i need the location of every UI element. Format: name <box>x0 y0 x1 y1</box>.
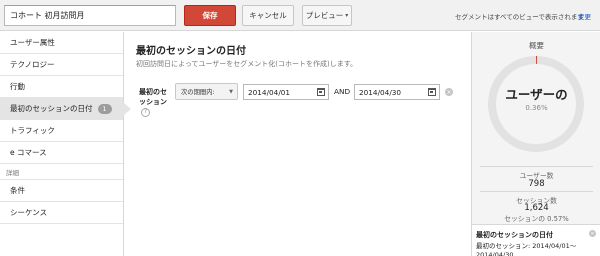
sidebar-item-sequences[interactable]: シーケンス <box>0 202 123 224</box>
segment-summary-card: 最初のセッションの日付 最初のセッション: 2014/04/01〜2014/04… <box>472 224 600 256</box>
end-date-field[interactable]: 2014/04/30 <box>354 84 440 100</box>
calendar-icon[interactable] <box>428 88 436 96</box>
divider <box>480 166 593 167</box>
sidebar-item-conditions[interactable]: 条件 <box>0 180 123 202</box>
preview-button-label: プレビュー <box>305 11 344 20</box>
end-date-value: 2014/04/30 <box>359 87 402 97</box>
criterion-label-text: 最初のセッション <box>139 88 167 106</box>
ring-percent: 0.36% <box>525 104 548 112</box>
page-description: 初回訪問日によってユーザーをセグメント化(コホートを作成)します。 <box>136 60 358 68</box>
sessions-value: 1,624 <box>524 203 549 213</box>
date-operator-value: 次の期間内: <box>181 89 215 96</box>
start-date-field[interactable]: 2014/04/01 <box>243 84 329 100</box>
sidebar-item-label: 行動 <box>10 82 25 91</box>
criterion-label: 最初のセッション ? <box>139 87 173 117</box>
chevron-down-icon: ▾ <box>345 12 349 19</box>
sidebar-item-label: 条件 <box>10 186 25 195</box>
segment-category-sidebar: ユーザー属性 テクノロジー 行動 最初のセッションの日付 1 トラフィック e … <box>0 32 131 256</box>
segment-visibility-note: セグメントはすべてのビューで表示されます <box>455 13 584 21</box>
sidebar-item-demographics[interactable]: ユーザー属性 <box>0 32 123 54</box>
help-icon[interactable]: ? <box>141 107 150 117</box>
date-operator-dropdown[interactable]: 次の期間内: ▼ <box>175 83 238 100</box>
segment-summary-panel: 概要 ユーザーの 0.36% ユーザー数 798 セッション数 1,624 最初… <box>471 32 600 256</box>
users-value: 798 <box>528 179 545 189</box>
condition-count-badge: 1 <box>97 103 112 114</box>
divider <box>480 191 593 192</box>
and-label: AND <box>334 87 351 96</box>
save-button[interactable]: 保存 <box>184 5 236 26</box>
sessions-percent: セッションの 0.57% <box>504 215 569 223</box>
sidebar-item-behavior[interactable]: 行動 <box>0 76 123 98</box>
sidebar-section-advanced: 詳細 <box>0 164 123 180</box>
ring-label: ユーザーの <box>505 87 568 102</box>
change-visibility-link[interactable]: 変更 <box>578 11 591 21</box>
summary-title: 概要 <box>529 41 544 50</box>
sidebar-item-label: シーケンス <box>10 208 48 217</box>
sidebar-item-label: e コマース <box>10 148 47 157</box>
segment-criteria-panel: 最初のセッションの日付 初回訪問日によってユーザーをセグメント化(コホートを作成… <box>125 32 470 256</box>
calendar-icon[interactable] <box>317 88 325 96</box>
segment-summary-detail: 最初のセッション: 2014/04/01〜2014/04/30 <box>476 242 577 256</box>
chevron-down-icon: ▼ <box>229 89 233 95</box>
sidebar-item-label: 最初のセッションの日付 <box>10 104 93 113</box>
sidebar-item-ecommerce[interactable]: e コマース <box>0 142 123 164</box>
sidebar-item-traffic[interactable]: トラフィック <box>0 120 123 142</box>
sidebar-item-label: ユーザー属性 <box>10 38 55 47</box>
segment-summary-title: 最初のセッションの日付 <box>476 231 553 239</box>
segment-editor-toolbar: 保存 キャンセル プレビュー ▾ セグメントはすべてのビューで表示されます 変更 <box>0 0 600 31</box>
sidebar-item-first-session-date[interactable]: 最初のセッションの日付 1 <box>0 98 131 120</box>
sidebar-item-label: トラフィック <box>10 126 55 135</box>
page-title: 最初のセッションの日付 <box>136 46 246 57</box>
start-date-value: 2014/04/01 <box>248 87 291 97</box>
cancel-button[interactable]: キャンセル <box>242 5 294 26</box>
sidebar-item-label: テクノロジー <box>10 60 55 69</box>
segment-name-input[interactable] <box>4 5 176 26</box>
remove-icon[interactable]: × <box>589 230 596 237</box>
remove-condition-icon[interactable]: × <box>445 88 453 96</box>
sidebar-item-technology[interactable]: テクノロジー <box>0 54 123 76</box>
preview-button[interactable]: プレビュー ▾ <box>302 5 352 26</box>
